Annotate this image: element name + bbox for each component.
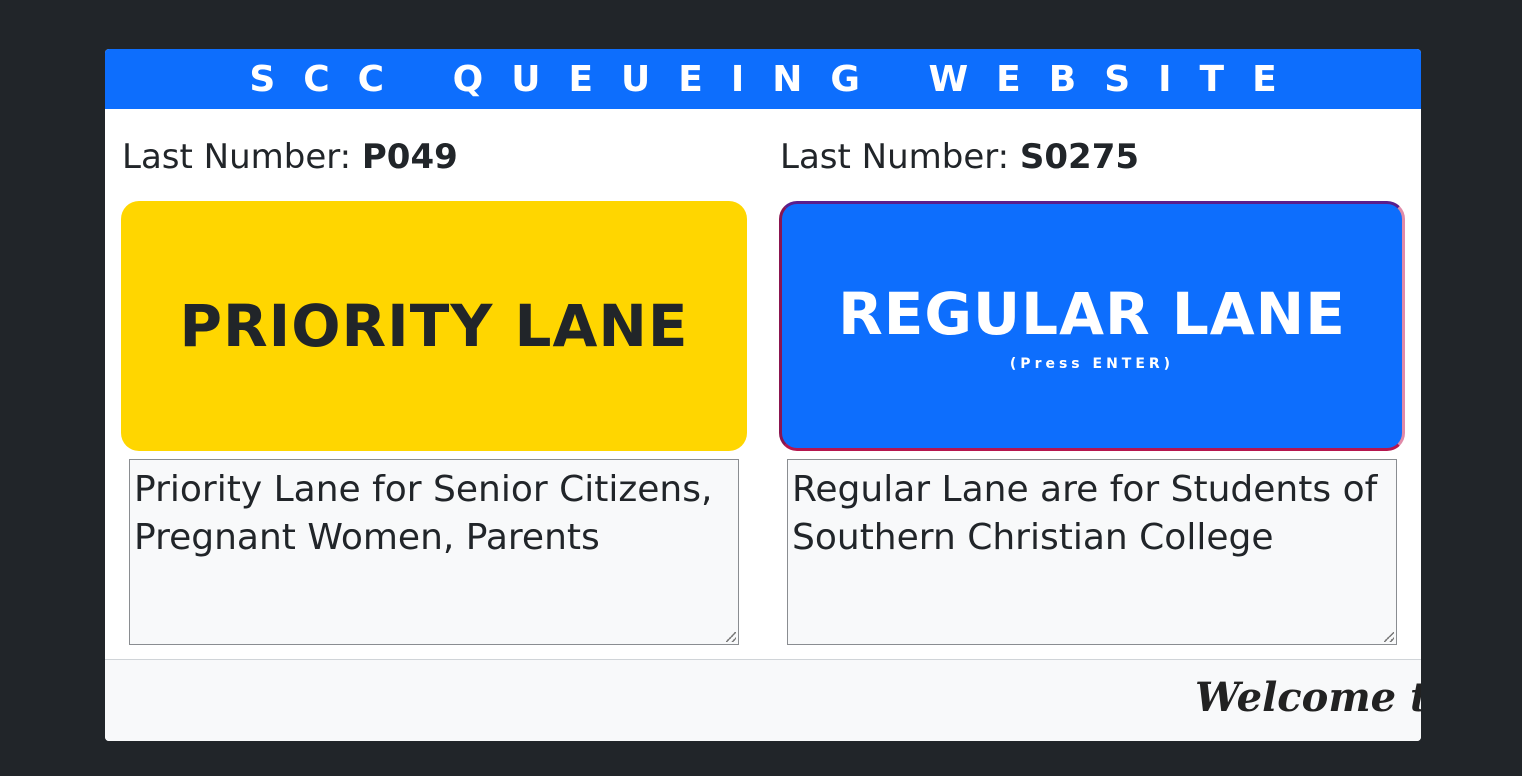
priority-lane-label: PRIORITY LANE bbox=[179, 292, 689, 360]
priority-description[interactable]: Priority Lane for Senior Citizens, Pregn… bbox=[129, 459, 739, 645]
regular-lane-hint: (Press ENTER) bbox=[1009, 356, 1175, 372]
priority-last-number-label: Last Number: bbox=[122, 137, 352, 177]
regular-description-text: Regular Lane are for Students of Souther… bbox=[792, 469, 1378, 558]
regular-last-number-value: S0275 bbox=[1019, 137, 1140, 177]
welcome-marquee: Welcome to bbox=[1195, 674, 1421, 721]
priority-description-text: Priority Lane for Senior Citizens, Pregn… bbox=[134, 469, 713, 558]
regular-lane-button[interactable]: REGULAR LANE (Press ENTER) bbox=[779, 201, 1405, 451]
regular-lane-label: REGULAR LANE bbox=[838, 280, 1346, 348]
resize-handle-icon[interactable] bbox=[1384, 632, 1394, 642]
priority-last-number-value: P049 bbox=[361, 137, 458, 177]
regular-description[interactable]: Regular Lane are for Students of Souther… bbox=[787, 459, 1397, 645]
queue-card: SCC QUEUEING WEBSITE Last Number: P049 L… bbox=[105, 49, 1421, 741]
resize-handle-icon[interactable] bbox=[726, 632, 736, 642]
regular-last-number: Last Number: S0275 bbox=[780, 137, 1139, 177]
page-title: SCC QUEUEING WEBSITE bbox=[105, 49, 1421, 109]
regular-last-number-label: Last Number: bbox=[780, 137, 1010, 177]
priority-last-number: Last Number: P049 bbox=[122, 137, 458, 177]
priority-lane-button[interactable]: PRIORITY LANE bbox=[121, 201, 747, 451]
footer: Welcome to bbox=[105, 659, 1421, 741]
